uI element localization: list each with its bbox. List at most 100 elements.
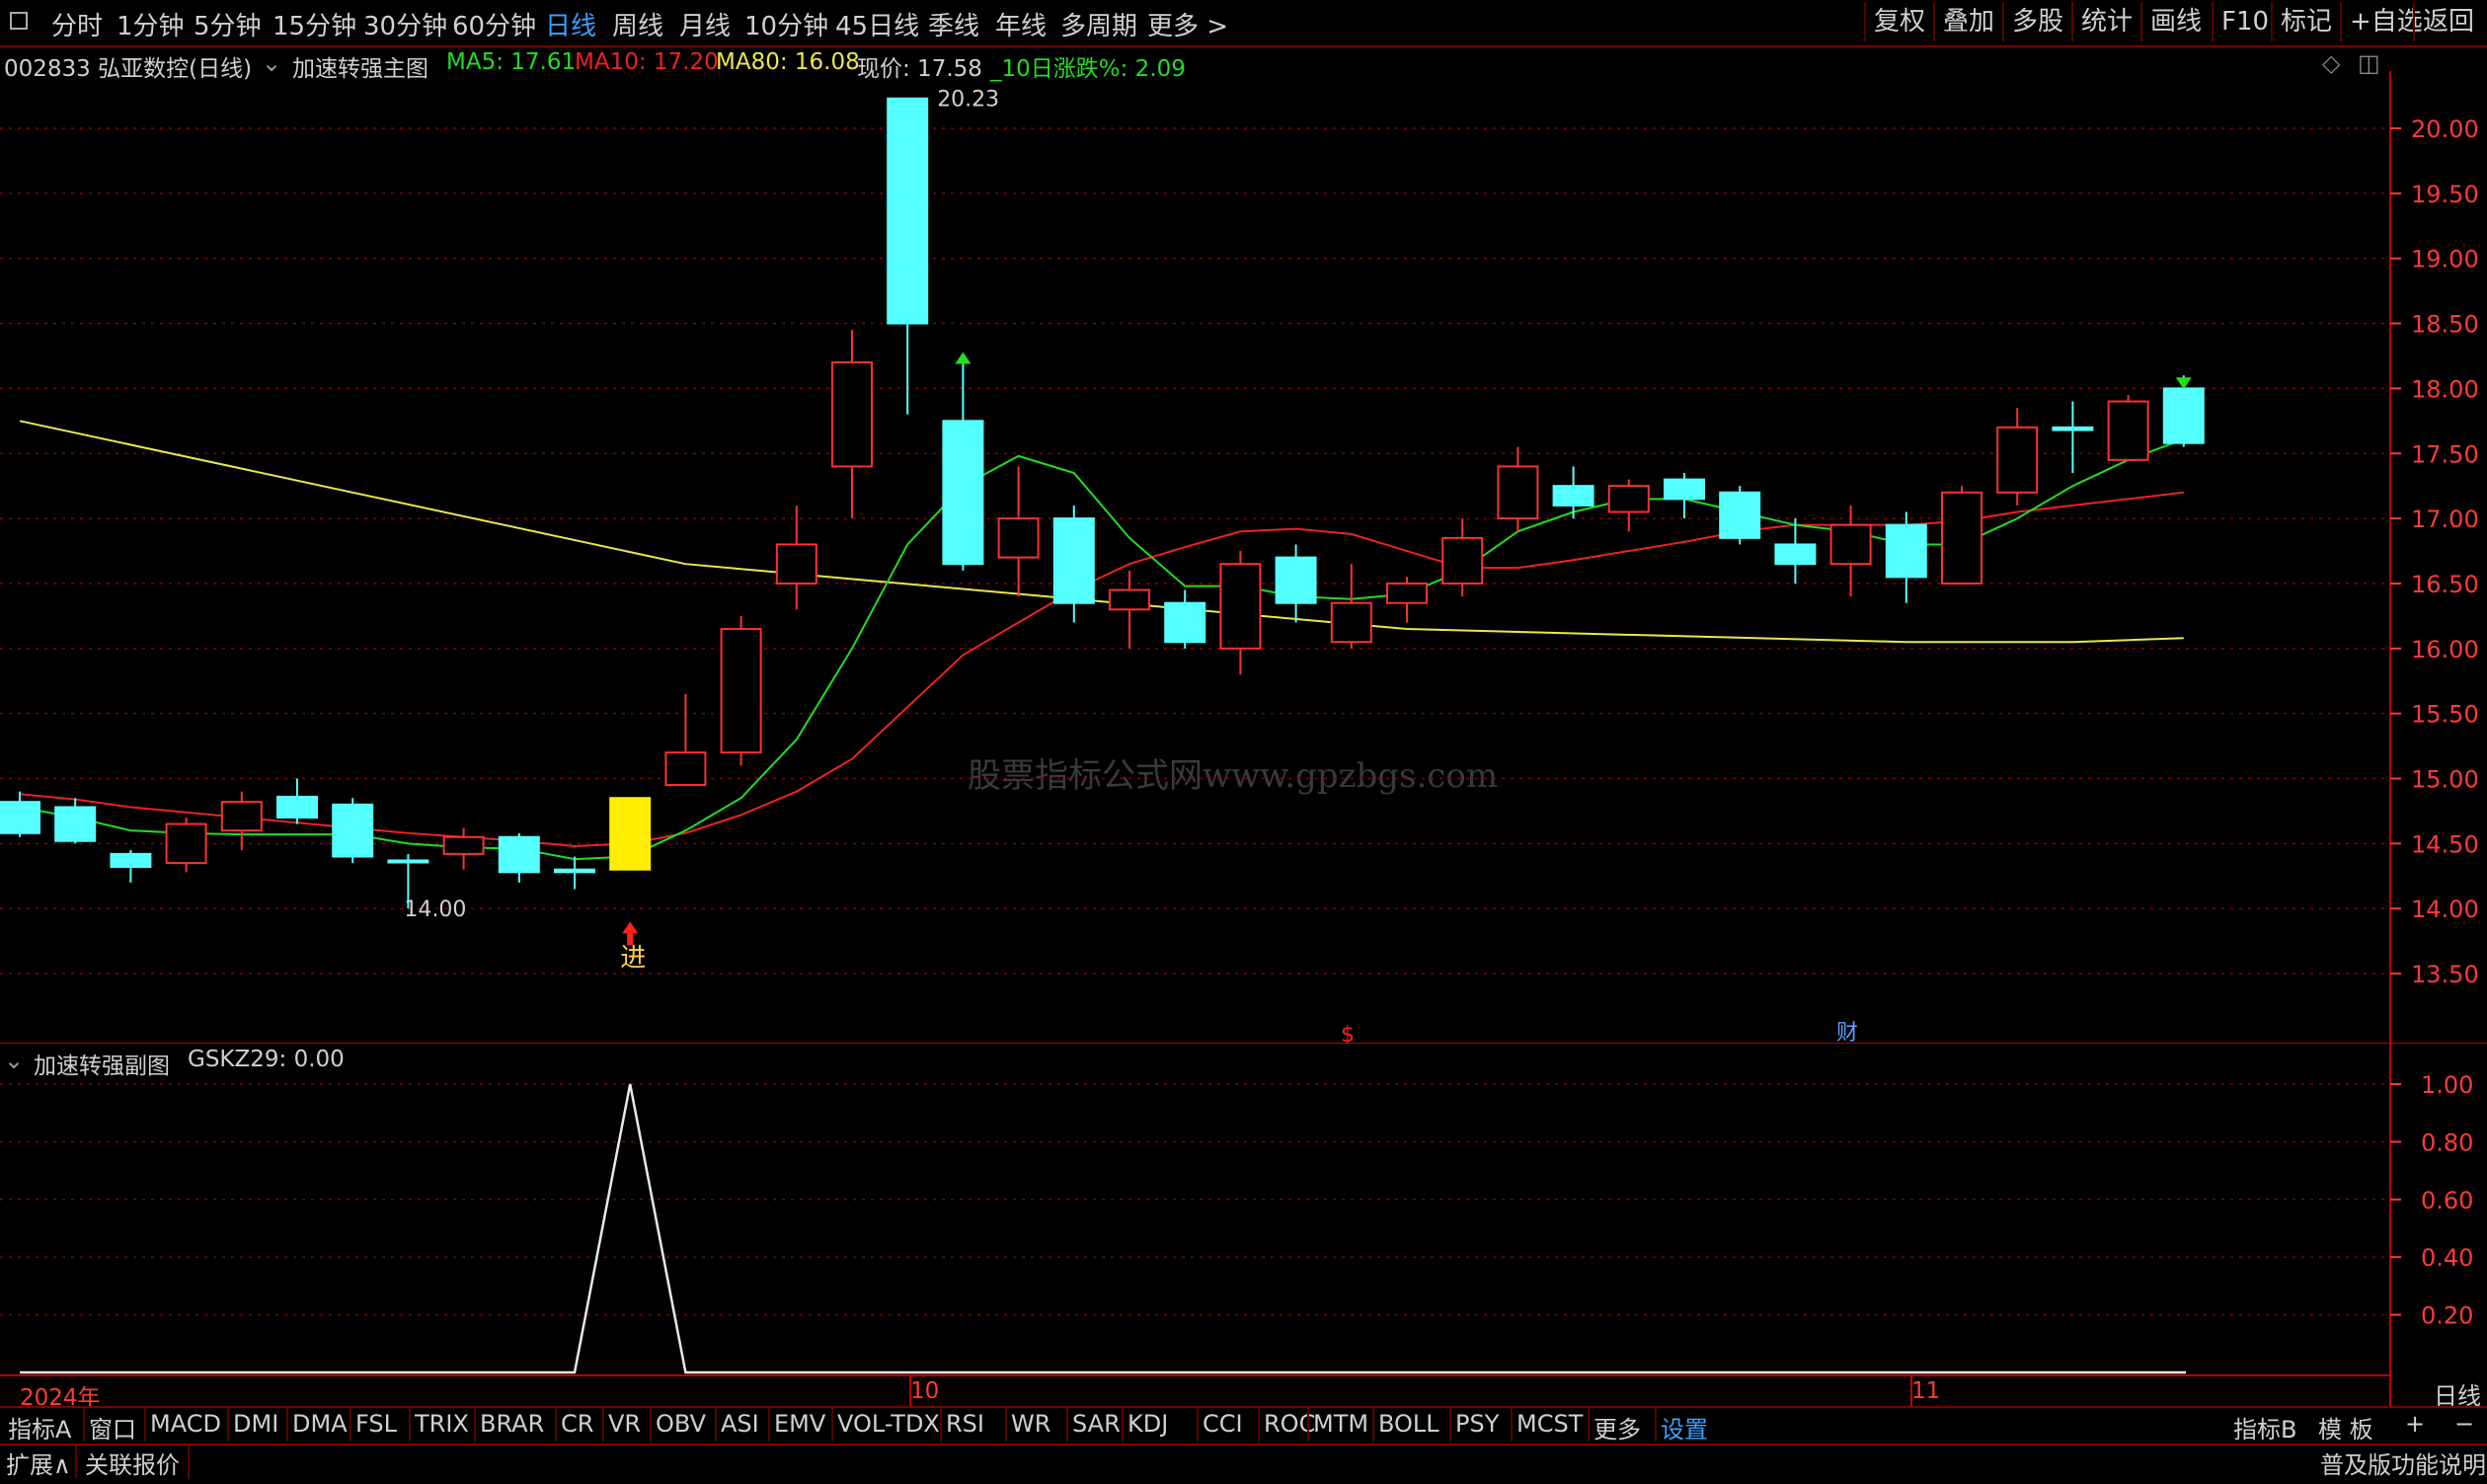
candle-body bbox=[1885, 523, 1927, 579]
candle-body bbox=[2052, 426, 2094, 431]
indicator-tab-dma[interactable]: DMA bbox=[292, 1410, 348, 1438]
y-tick-label: 14.50 bbox=[2411, 830, 2479, 858]
period-tab-11[interactable]: 季线 bbox=[928, 6, 979, 42]
candle-body bbox=[387, 859, 429, 864]
period-tab-10[interactable]: 45日线 bbox=[835, 6, 919, 42]
indicator-tab-asi[interactable]: ASI bbox=[721, 1410, 759, 1438]
y-tick-label: 19.50 bbox=[2411, 181, 2479, 208]
event-dividend-icon: $ bbox=[1341, 1023, 1355, 1044]
indicator-tab-dmi[interactable]: DMI bbox=[233, 1410, 278, 1438]
period-tab-14[interactable]: 更多 > bbox=[1147, 6, 1228, 42]
period-tab-1[interactable]: 1分钟 bbox=[117, 6, 185, 42]
indicator-tab-item-1[interactable]: 窗口 bbox=[89, 1410, 136, 1445]
period-tab-8[interactable]: 月线 bbox=[679, 6, 731, 42]
candle-body bbox=[1996, 426, 2039, 494]
indicator-tab-sar[interactable]: SAR bbox=[1072, 1410, 1121, 1438]
indicator-tab-psy[interactable]: PSY bbox=[1455, 1410, 1499, 1438]
toolbar-button-8[interactable]: 返回 bbox=[2413, 2, 2482, 41]
tab-right-button-1[interactable]: 模 板 bbox=[2318, 1410, 2373, 1445]
candle-body bbox=[220, 801, 263, 832]
indicator-tab-brar[interactable]: BRAR bbox=[480, 1410, 544, 1438]
candle-body bbox=[887, 97, 929, 325]
tab-right-button-0[interactable]: 指标B bbox=[2233, 1410, 2296, 1445]
indicator-tab-vol-tdx[interactable]: VOL-TDX bbox=[837, 1410, 940, 1438]
tab-separator bbox=[768, 1408, 770, 1442]
toolbar-button-0[interactable]: 复权 bbox=[1864, 2, 1933, 41]
candle-body bbox=[54, 806, 97, 842]
tab-separator bbox=[1258, 1408, 1260, 1442]
expand-button[interactable]: 扩展∧ bbox=[6, 1445, 71, 1480]
period-tab-5[interactable]: 60分钟 bbox=[452, 6, 536, 42]
status-separator bbox=[75, 1445, 77, 1479]
candle-body bbox=[1719, 491, 1761, 539]
tab-separator bbox=[940, 1408, 942, 1442]
period-tab-2[interactable]: 5分钟 bbox=[194, 6, 262, 42]
indicator-tab-item-25[interactable]: 设置 bbox=[1661, 1410, 1708, 1445]
candlestick-chart[interactable]: 20.00 19.50 19.00 18.50 18.00 17.50 17.00 16.50… bbox=[0, 71, 2487, 1044]
indicator-tab-emv[interactable]: EMV bbox=[774, 1410, 825, 1438]
indicator-tab-vr[interactable]: VR bbox=[608, 1410, 641, 1438]
indicator-tab-obv[interactable]: OBV bbox=[656, 1410, 706, 1438]
indicator-tab-item-24[interactable]: 更多 bbox=[1593, 1410, 1641, 1445]
period-tab-13[interactable]: 多周期 bbox=[1060, 6, 1137, 42]
candle-body bbox=[1607, 485, 1650, 513]
toolbar-button-5[interactable]: F10 bbox=[2212, 2, 2277, 41]
toolbar-button-6[interactable]: 标记 bbox=[2271, 2, 2340, 41]
y-tick-label: 15.50 bbox=[2411, 701, 2479, 729]
toolbar-button-1[interactable]: 叠加 bbox=[1933, 2, 2002, 41]
indicator-tab-cci[interactable]: CCI bbox=[1203, 1410, 1243, 1438]
candle-body bbox=[942, 420, 984, 566]
candle-body bbox=[2162, 387, 2205, 444]
version-info-button[interactable]: 普及版功能说明 bbox=[2320, 1445, 2486, 1480]
candle-body bbox=[1275, 556, 1317, 604]
toolbar-button-3[interactable]: 统计 bbox=[2071, 2, 2140, 41]
high-price-label: 20.23 bbox=[937, 88, 999, 113]
indicator-tab-a[interactable]: 指标A bbox=[8, 1410, 71, 1445]
candle-body bbox=[1774, 543, 1817, 566]
tab-separator bbox=[715, 1408, 717, 1442]
tab-separator bbox=[1307, 1408, 1309, 1442]
indicator-tab-mcst[interactable]: MCST bbox=[1516, 1410, 1583, 1438]
tab-separator bbox=[350, 1408, 351, 1442]
tab-separator bbox=[1449, 1408, 1451, 1442]
period-tab-6[interactable]: 日线 bbox=[545, 6, 596, 42]
indicator-tab-boll[interactable]: BOLL bbox=[1378, 1410, 1439, 1438]
candle-body bbox=[1552, 485, 1594, 507]
period-tab-0[interactable]: 分时 bbox=[51, 6, 103, 42]
period-tab-4[interactable]: 30分钟 bbox=[363, 6, 447, 42]
subchart-dropdown-icon[interactable]: ⌄ bbox=[4, 1047, 24, 1074]
linked-quote-button[interactable]: 关联报价 bbox=[85, 1445, 180, 1480]
period-tab-7[interactable]: 周线 bbox=[612, 6, 663, 42]
y-tick-label: 1.00 bbox=[2421, 1071, 2473, 1099]
candle-body bbox=[554, 868, 595, 874]
toolbar-button-4[interactable]: 画线 bbox=[2140, 2, 2210, 41]
tab-separator bbox=[474, 1408, 476, 1442]
tab-right-button-3[interactable]: − bbox=[2454, 1410, 2474, 1438]
period-tab-3[interactable]: 15分钟 bbox=[272, 6, 356, 42]
x-label-oct: 10 bbox=[910, 1378, 940, 1404]
indicator-tab-trix[interactable]: TRIX bbox=[415, 1410, 469, 1438]
candle-body bbox=[1164, 601, 1206, 644]
y-tick-label: 16.50 bbox=[2411, 571, 2479, 598]
period-tab-9[interactable]: 10分钟 bbox=[744, 6, 828, 42]
candle-body bbox=[276, 795, 318, 820]
indicator-subchart[interactable]: 1.00 0.80 0.60 0.40 0.20 bbox=[0, 1044, 2487, 1406]
indicator-tab-wr[interactable]: WR bbox=[1011, 1410, 1050, 1438]
indicator-tab-kdj[interactable]: KDJ bbox=[1127, 1410, 1168, 1438]
indicator-tab-rsi[interactable]: RSI bbox=[946, 1410, 984, 1438]
toolbar-button-2[interactable]: 多股 bbox=[2002, 2, 2071, 41]
subchart-title[interactable]: 加速转强副图 bbox=[34, 1047, 170, 1080]
buy-label: 进 bbox=[620, 943, 646, 973]
period-tab-12[interactable]: 年线 bbox=[995, 6, 1047, 42]
candle-body bbox=[442, 835, 485, 855]
indicator-tab-cr[interactable]: CR bbox=[561, 1410, 593, 1438]
candle-body bbox=[1219, 563, 1262, 650]
tab-right-button-2[interactable]: + bbox=[2405, 1410, 2425, 1438]
indicator-tab-mtm[interactable]: MTM bbox=[1313, 1410, 1368, 1438]
status-separator bbox=[188, 1445, 190, 1479]
candle-body bbox=[720, 628, 762, 754]
sidebar-toggle-icon[interactable] bbox=[10, 12, 28, 30]
indicator-tab-macd[interactable]: MACD bbox=[150, 1410, 221, 1438]
tab-separator bbox=[144, 1408, 146, 1442]
indicator-tab-fsl[interactable]: FSL bbox=[355, 1410, 397, 1438]
